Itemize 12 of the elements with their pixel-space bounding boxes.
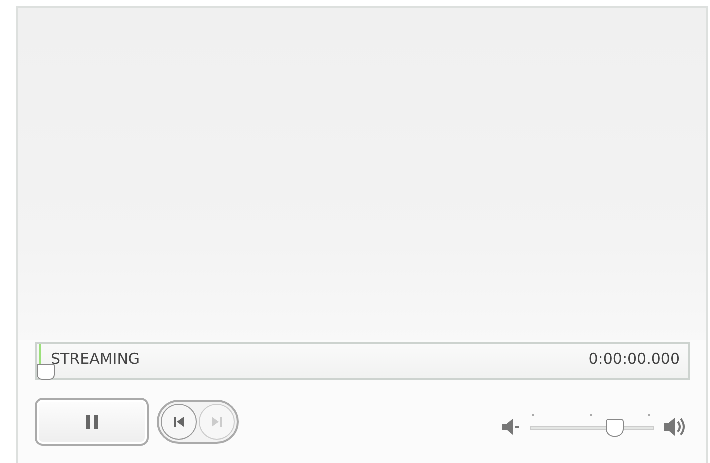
time-display: 0:00:00.000 [588,350,680,368]
buffer-indicator [39,344,41,364]
pause-icon [83,413,101,431]
play-pause-button[interactable] [35,398,149,446]
previous-button[interactable] [161,404,197,440]
speaker-muted-icon[interactable] [500,416,522,438]
status-text: STREAMING [51,350,140,368]
skip-back-icon [172,415,186,429]
volume-thumb[interactable] [606,419,624,437]
skip-forward-icon [210,415,224,429]
seek-thumb[interactable] [37,364,55,380]
speaker-loud-icon[interactable] [662,415,688,439]
